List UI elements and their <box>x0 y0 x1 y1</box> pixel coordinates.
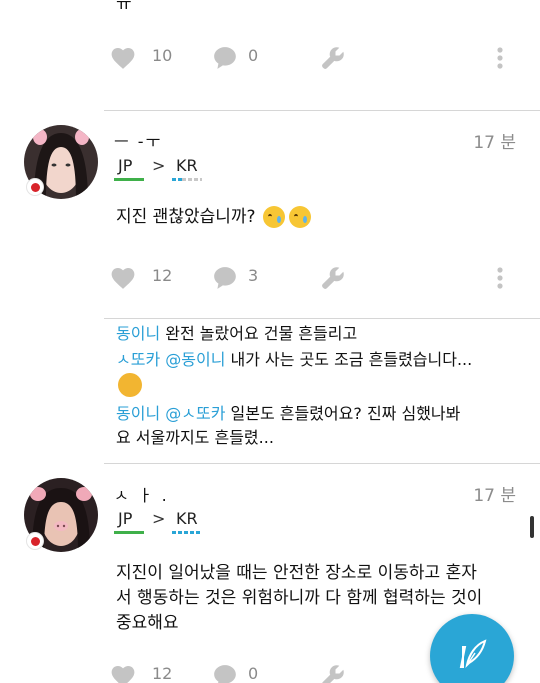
chevron-right-icon: > <box>152 509 166 528</box>
post-divider <box>104 318 540 319</box>
target-language: KR <box>176 156 198 175</box>
post-text-line: 서 행동하는 것은 위험하니까 다 함께 협력하는 것이 <box>116 588 483 608</box>
crying-face-icon <box>262 206 285 228</box>
source-language: JP <box>118 509 133 528</box>
quill-pen-icon <box>455 637 489 675</box>
like-count: 10 <box>152 46 173 65</box>
speech-bubble-icon[interactable] <box>211 44 239 72</box>
wrench-icon[interactable] <box>319 662 347 683</box>
language-pair: JP > KR <box>114 156 214 186</box>
comment-text: 일본도 흔들렸어요? 진짜 심했나봐 <box>230 404 461 423</box>
post-divider <box>104 463 540 464</box>
comment-mention[interactable]: @ㅅ또카 <box>165 404 225 423</box>
source-language: JP <box>118 156 133 175</box>
timestamp: 17 분 <box>473 486 516 506</box>
source-level-bar <box>114 531 144 534</box>
wrench-icon[interactable] <box>319 44 347 72</box>
comment-count: 0 <box>248 46 259 65</box>
comment-text: 내가 사는 곳도 조금 흔들렸습니다... <box>230 350 473 369</box>
username[interactable]: ㅅ ㅏ . <box>114 482 169 506</box>
scrollbar[interactable] <box>530 516 534 538</box>
timestamp: 17 분 <box>473 133 516 153</box>
post-text[interactable]: 지진이 일어났을 때는 안전한 장소로 이동하고 혼자 서 행동하는 것은 위험… <box>116 561 482 636</box>
speech-bubble-icon[interactable] <box>211 662 239 683</box>
post-action-bar: 12 3 <box>0 258 540 298</box>
comment-item[interactable]: 동이니 완전 놀랐어요 건물 흔들리고 <box>116 322 526 346</box>
more-vertical-icon[interactable] <box>486 44 514 72</box>
username[interactable]: ㅡ -ㅜ <box>114 128 162 152</box>
heart-icon[interactable] <box>109 44 137 72</box>
post-action-bar: 10 0 <box>0 38 540 78</box>
compose-button[interactable] <box>430 614 514 683</box>
target-language: KR <box>176 509 198 528</box>
post-text[interactable]: 지진 괜찮았습니까? <box>116 205 313 230</box>
heart-icon[interactable] <box>109 264 137 292</box>
wrench-icon[interactable] <box>319 264 347 292</box>
target-level-bar <box>172 531 200 534</box>
country-flag-icon <box>26 178 44 196</box>
heart-icon[interactable] <box>109 662 137 683</box>
comment-item[interactable]: 동이니 @ㅅ또카 일본도 흔들렸어요? 진짜 심했나봐 <box>116 402 526 426</box>
crying-face-icon <box>288 206 311 228</box>
like-count: 12 <box>152 664 173 683</box>
comment-count: 0 <box>248 664 259 683</box>
top-text-fragment: ㅠ <box>116 0 132 15</box>
comment-count: 3 <box>248 266 259 285</box>
source-level-bar <box>114 178 144 181</box>
comment-text: 완전 놀랐어요 건물 흔들리고 <box>165 324 358 343</box>
chevron-right-icon: > <box>152 156 166 175</box>
like-count: 12 <box>152 266 173 285</box>
post-text-line: 중요해요 <box>116 613 179 633</box>
comment-author[interactable]: ㅅ또카 <box>116 350 160 369</box>
comment-item-continued: 요 서울까지도 흔들렸... <box>116 426 526 450</box>
comment-author[interactable]: 동이니 <box>116 324 160 343</box>
comment-text: 요 서울까지도 흔들렸... <box>116 428 274 447</box>
comment-item[interactable]: ㅅ또카 @동이니 내가 사는 곳도 조금 흔들렸습니다... <box>116 348 526 372</box>
dizzy-face-icon <box>116 373 144 397</box>
comment-author[interactable]: 동이니 <box>116 404 160 423</box>
country-flag-icon <box>26 532 44 550</box>
speech-bubble-icon[interactable] <box>211 264 239 292</box>
post-text-line: 지진이 일어났을 때는 안전한 장소로 이동하고 혼자 <box>116 563 477 583</box>
target-level-remaining <box>182 178 202 181</box>
more-vertical-icon[interactable] <box>486 264 514 292</box>
post-divider <box>104 110 540 111</box>
language-pair: JP > KR <box>114 509 214 539</box>
post-text-body: 지진 괜찮았습니까? <box>116 207 256 227</box>
comment-mention[interactable]: @동이니 <box>165 350 225 369</box>
target-level-bar <box>172 178 182 181</box>
